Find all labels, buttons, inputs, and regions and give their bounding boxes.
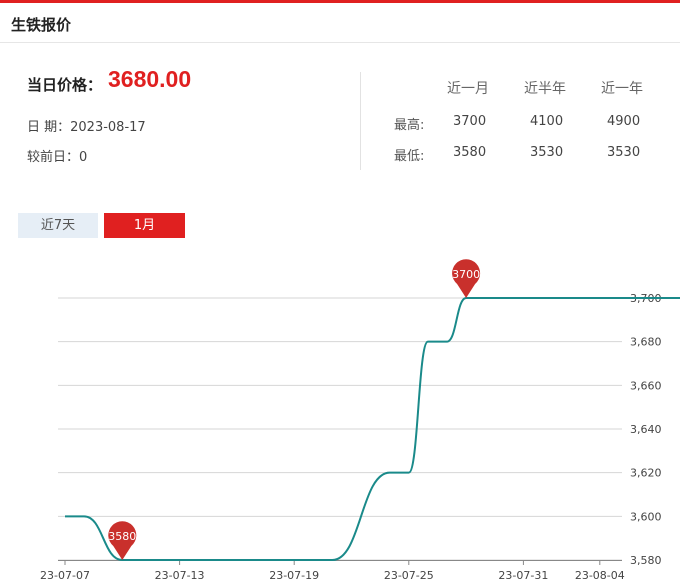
stats-column-header: 近一年 [601,81,643,97]
x-tick-label: 23-07-07 [40,569,90,582]
x-tick-label: 23-07-25 [384,569,434,582]
stats-cell: 3580 [453,145,487,160]
y-tick-label: 3,580 [630,554,662,567]
stats-cell: 3530 [607,145,641,160]
x-tick-label: 23-07-13 [155,569,205,582]
stats-cell: 4900 [607,114,641,129]
change-label: 较前日： [27,150,80,165]
x-tick-label: 23-07-19 [269,569,319,582]
summary-divider [360,72,361,170]
change-value: 0 [79,150,88,165]
y-tick-label: 3,680 [630,336,662,349]
x-tick-label: 23-07-31 [498,569,548,582]
tab-1-month[interactable]: 1月 [104,213,185,238]
panel-header: 生铁报价 [0,3,680,43]
y-tick-label: 3,640 [630,423,662,436]
y-tick-label: 3,620 [630,467,662,480]
date-value: 2023-08-17 [70,120,146,135]
price-line-chart: 3,5803,6003,6203,6403,6603,6803,70023-07… [40,259,680,582]
y-tick-label: 3,600 [630,510,662,523]
date-label: 日 期： [27,120,71,135]
panel-title: 生铁报价 [11,16,72,34]
stats-row-label-high: 最高: [394,118,425,133]
x-tick-label: 23-08-04 [575,569,625,582]
stats-cell: 3530 [530,145,564,160]
stats-cell: 4100 [530,114,564,129]
stats-row-label-low: 最低: [394,149,425,164]
price-label: 当日价格： [27,76,103,94]
tab-7-days[interactable]: 近7天 [18,213,98,238]
stats-cell: 3700 [453,114,487,129]
price-marker-label: 3700 [452,268,480,281]
change-row: 较前日：0 [27,146,87,165]
date-row: 日 期：2023-08-17 [27,116,146,135]
price-marker-label: 3580 [108,530,136,543]
y-tick-label: 3,660 [630,379,662,392]
stats-column-header: 近一月 [447,81,489,97]
price-value: 3680.00 [108,66,192,92]
stats-column-header: 近半年 [524,81,566,97]
